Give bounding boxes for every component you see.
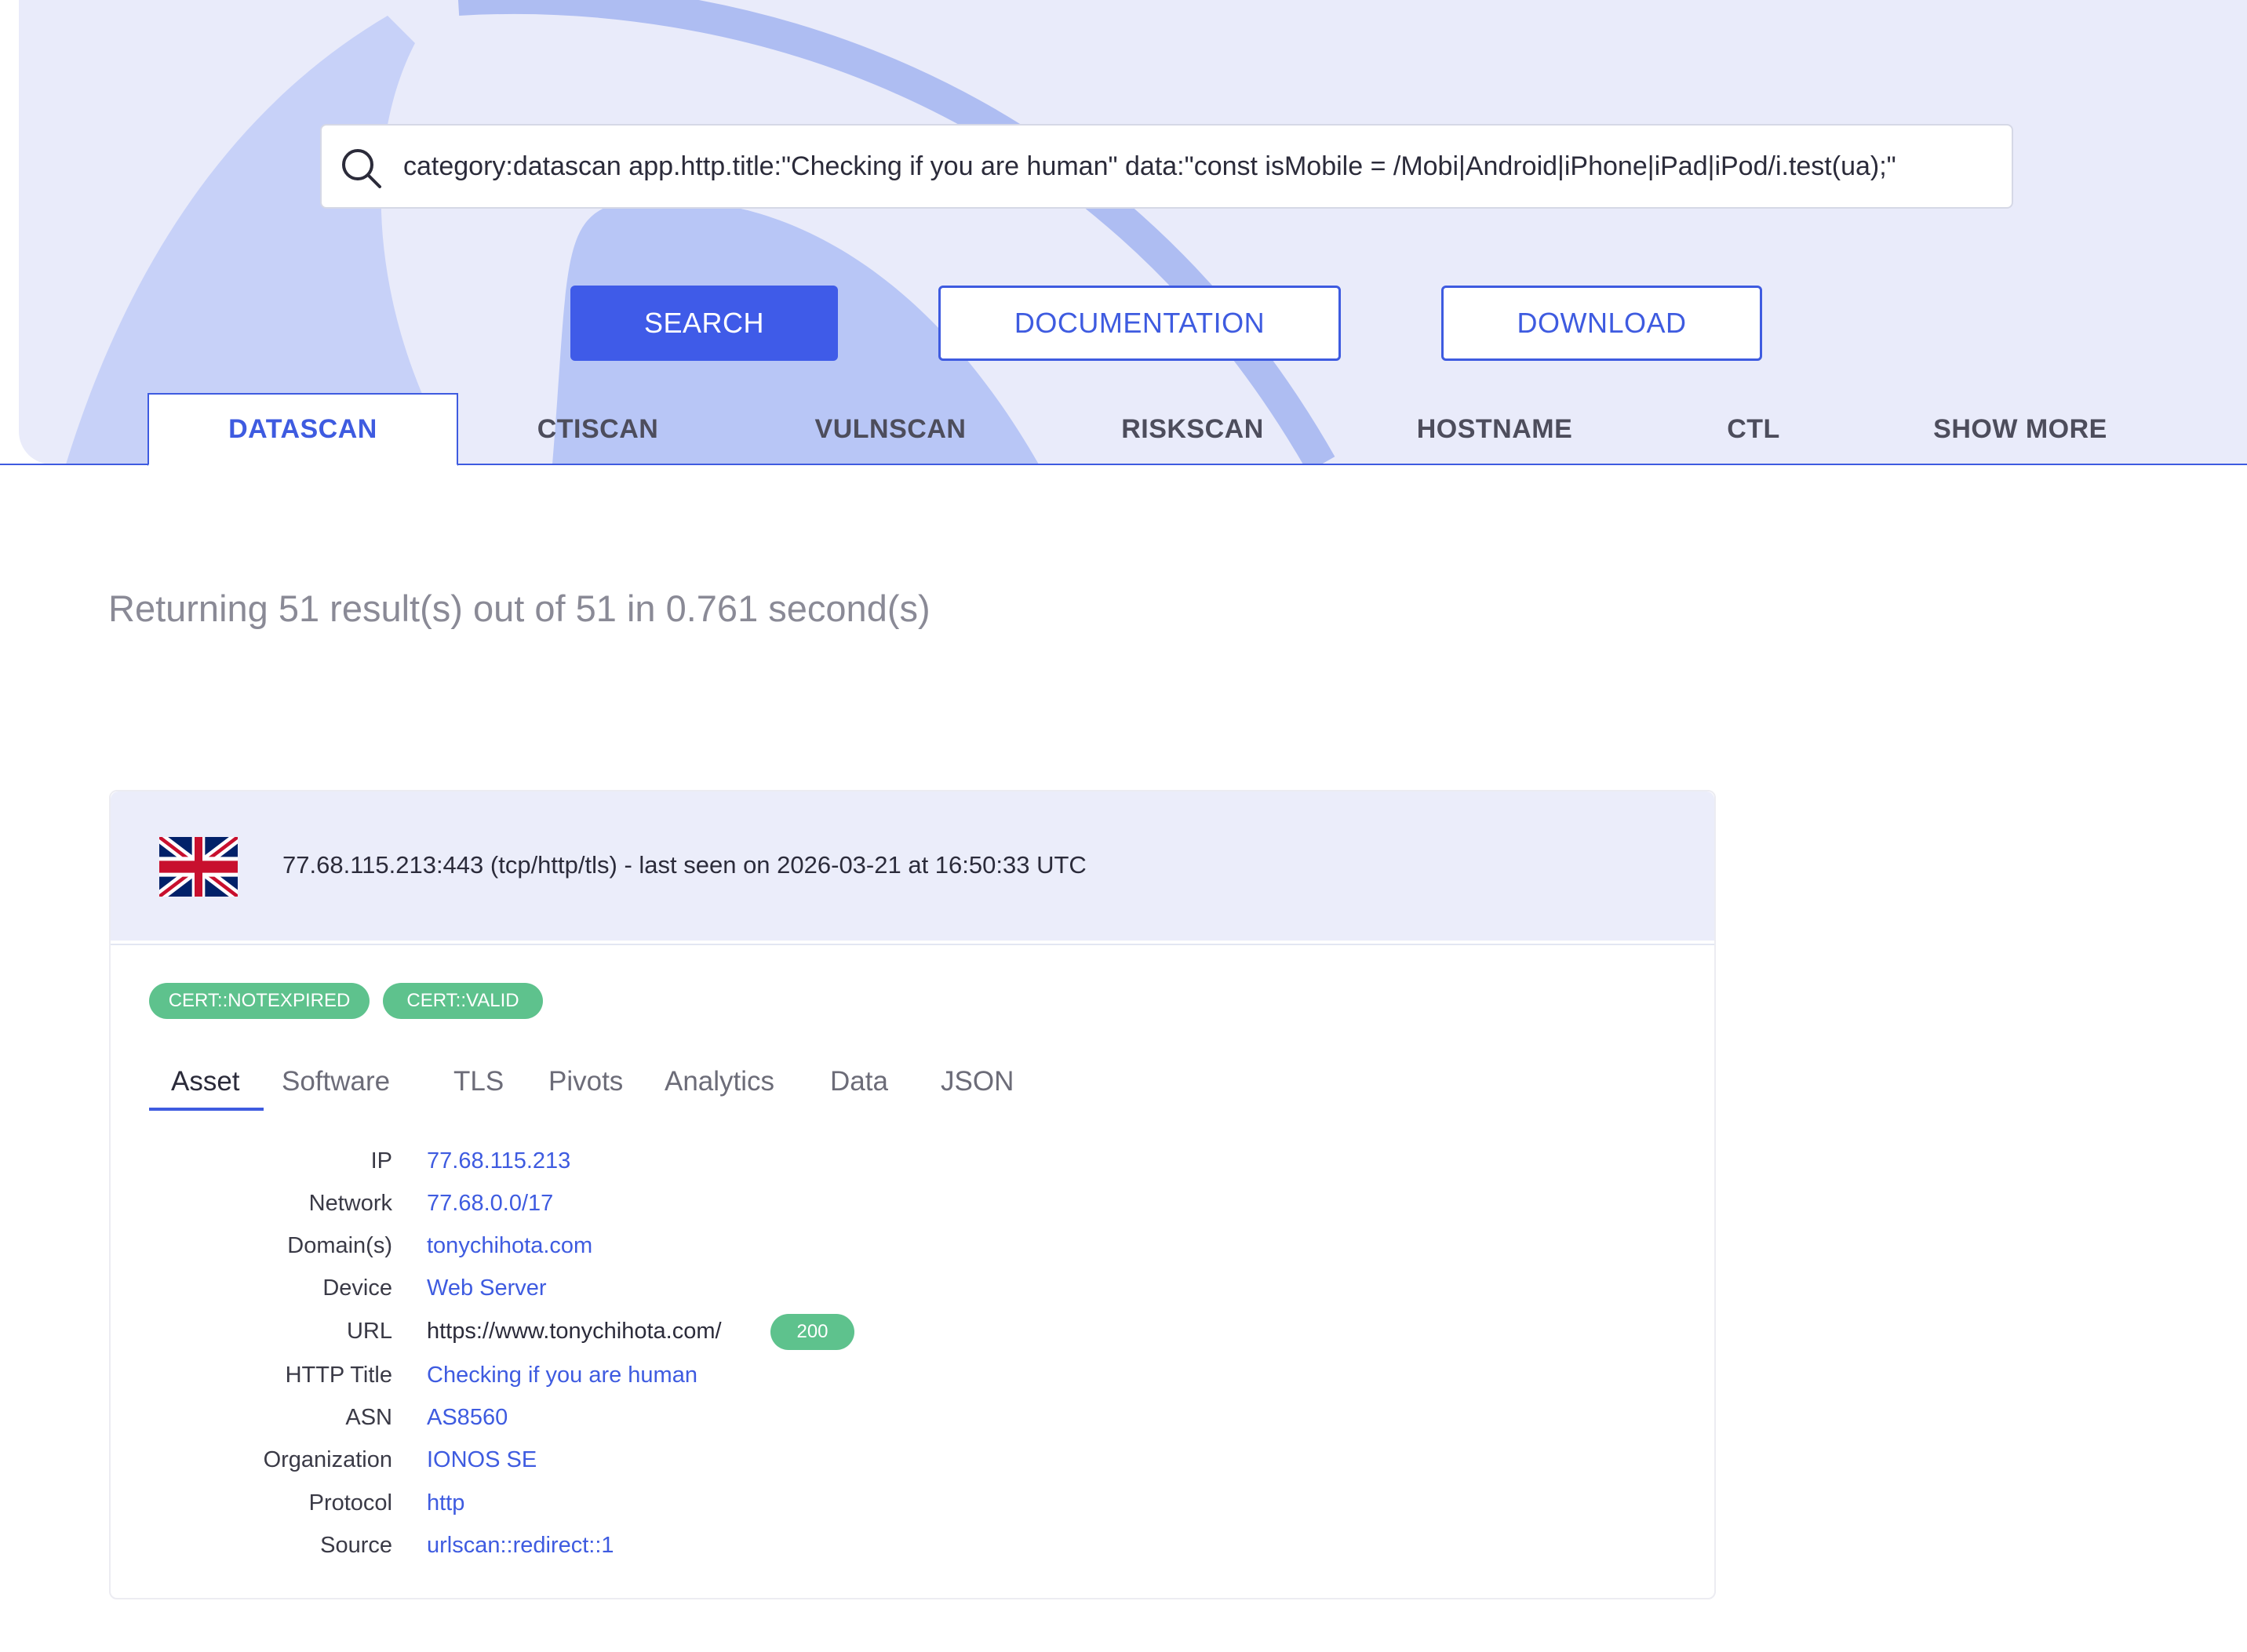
documentation-button[interactable]: DOCUMENTATION: [938, 286, 1341, 361]
field-label-protocol: Protocol: [308, 1490, 392, 1516]
subtab-tls[interactable]: TLS: [453, 1066, 504, 1105]
field-value-ip[interactable]: 77.68.115.213: [427, 1148, 570, 1174]
tag-cert-valid[interactable]: CERT::VALID: [383, 983, 543, 1019]
subtab-data[interactable]: Data: [830, 1066, 888, 1105]
subtab-asset[interactable]: Asset: [171, 1066, 240, 1105]
field-label-url: URL: [346, 1319, 392, 1344]
tab-hostname[interactable]: HOSTNAME: [1400, 394, 1589, 464]
field-value-network[interactable]: 77.68.0.0/17: [427, 1191, 553, 1217]
search-icon: [342, 149, 381, 188]
search-button[interactable]: SEARCH: [570, 286, 838, 361]
field-value-organization[interactable]: IONOS SE: [427, 1447, 537, 1473]
tab-ctl[interactable]: CTL: [1710, 394, 1797, 464]
result-title[interactable]: 77.68.115.213:443 (tcp/http/tls) - last …: [282, 851, 1087, 879]
subtab-pivots[interactable]: Pivots: [548, 1066, 623, 1105]
tab-datascan[interactable]: DATASCAN: [147, 393, 458, 466]
search-box[interactable]: [320, 124, 2013, 209]
field-value-url[interactable]: https://www.tonychihota.com/: [427, 1319, 722, 1345]
field-label-ip: IP: [370, 1148, 392, 1174]
result-card-header: 77.68.115.213:443 (tcp/http/tls) - last …: [111, 791, 1714, 941]
tab-ctiscan[interactable]: CTISCAN: [502, 394, 694, 464]
field-label-source: Source: [320, 1533, 392, 1558]
subtab-active-indicator: [149, 1108, 264, 1111]
result-summary: Returning 51 result(s) out of 51 in 0.76…: [108, 588, 930, 629]
tag-cert-notexpired[interactable]: CERT::NOTEXPIRED: [149, 983, 370, 1019]
field-value-http-title[interactable]: Checking if you are human: [427, 1363, 697, 1388]
tab-vulnscan[interactable]: VULNSCAN: [792, 394, 989, 464]
download-button[interactable]: DOWNLOAD: [1441, 286, 1762, 361]
uk-flag-icon: [159, 837, 238, 897]
tab-show-more[interactable]: SHOW MORE: [1914, 394, 2126, 464]
subtab-analytics[interactable]: Analytics: [665, 1066, 774, 1105]
field-label-http-title: HTTP Title: [285, 1363, 392, 1388]
subtab-json[interactable]: JSON: [941, 1066, 1014, 1105]
field-label-device: Device: [322, 1275, 392, 1301]
field-value-device[interactable]: Web Server: [427, 1275, 547, 1301]
field-label-domains: Domain(s): [287, 1233, 392, 1258]
field-value-source[interactable]: urlscan::redirect::1: [427, 1533, 614, 1559]
http-status-badge: 200: [770, 1314, 854, 1350]
tab-riskscan[interactable]: RISKSCAN: [1098, 394, 1287, 464]
card-divider: [111, 944, 1714, 945]
field-label-organization: Organization: [263, 1447, 392, 1472]
field-label-asn: ASN: [345, 1405, 392, 1430]
result-card: 77.68.115.213:443 (tcp/http/tls) - last …: [109, 790, 1716, 1599]
field-label-network: Network: [308, 1191, 392, 1216]
subtab-software[interactable]: Software: [282, 1066, 390, 1105]
search-input[interactable]: [403, 126, 1996, 207]
field-value-domains[interactable]: tonychihota.com: [427, 1233, 592, 1259]
field-value-asn[interactable]: AS8560: [427, 1405, 508, 1431]
field-value-protocol[interactable]: http: [427, 1490, 464, 1516]
